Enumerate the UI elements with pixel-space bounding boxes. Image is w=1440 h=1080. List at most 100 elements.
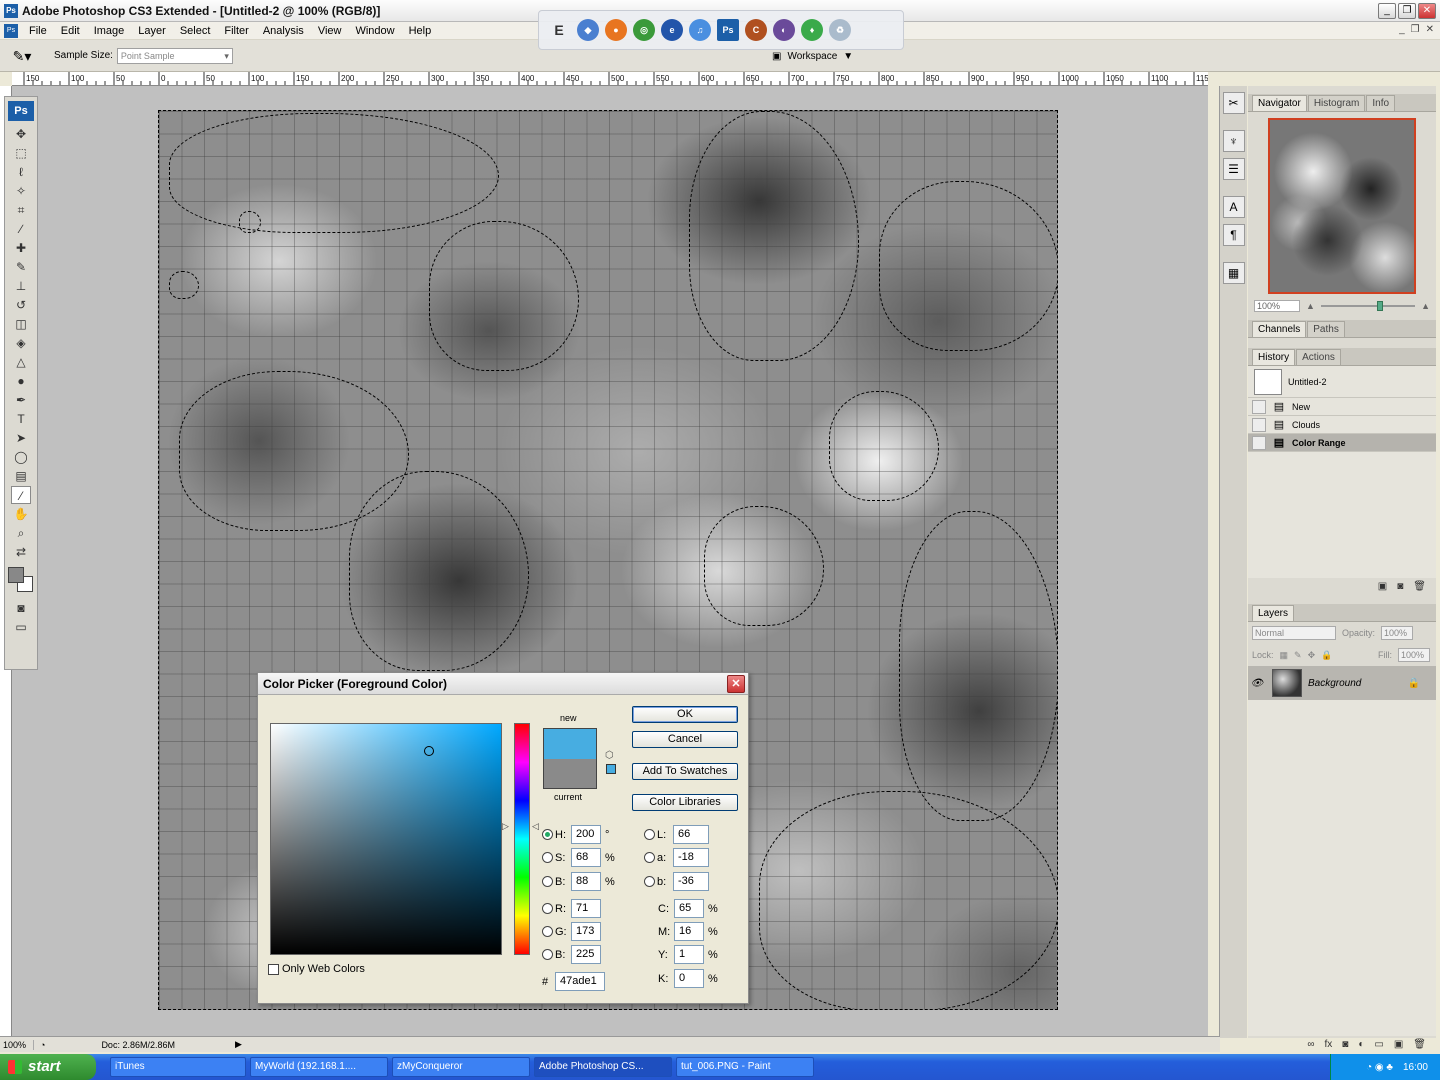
game-icon[interactable]: ◐ xyxy=(773,19,795,41)
pen-tool-icon[interactable]: ✒ xyxy=(11,391,31,409)
eraser-tool-icon[interactable]: ◫ xyxy=(11,315,31,333)
delete-layer-icon[interactable]: 🗑 xyxy=(1413,1039,1426,1050)
green-radio[interactable] xyxy=(542,926,553,937)
new-snapshot-icon[interactable]: ◙ xyxy=(1397,581,1403,592)
menu-file[interactable]: File xyxy=(22,25,54,37)
zoom-out-icon[interactable]: ▲ xyxy=(1306,301,1315,311)
lock-transparent-icon[interactable]: ▦ xyxy=(1280,650,1289,661)
itunes-icon[interactable]: ♫ xyxy=(689,19,711,41)
e-app-icon[interactable]: E xyxy=(547,19,571,41)
cancel-button[interactable]: Cancel xyxy=(632,731,738,748)
lock-position-icon[interactable]: ✥ xyxy=(1308,650,1316,661)
add-to-swatches-button[interactable]: Add To Swatches xyxy=(632,763,738,780)
b-channel-field[interactable]: -36 xyxy=(673,872,709,891)
layer-style-icon[interactable]: fx xyxy=(1325,1039,1333,1050)
lasso-tool-icon[interactable]: ℓ xyxy=(11,163,31,181)
marquee-tool-icon[interactable]: ⬚ xyxy=(11,144,31,162)
start-button[interactable]: start xyxy=(0,1054,96,1080)
tab-histogram[interactable]: Histogram xyxy=(1307,95,1366,111)
dodge-tool-icon[interactable]: ● xyxy=(11,372,31,390)
blur-tool-icon[interactable]: △ xyxy=(11,353,31,371)
history-brush-source-box[interactable] xyxy=(1252,399,1266,414)
menu-window[interactable]: Window xyxy=(348,25,401,37)
foreground-color-swatch[interactable] xyxy=(8,567,24,583)
web-safe-color-swatch[interactable] xyxy=(606,764,616,774)
lightness-field[interactable]: 66 xyxy=(673,825,709,844)
close-button[interactable]: ✕ xyxy=(1418,3,1436,19)
color-picker-circle[interactable] xyxy=(424,746,434,756)
tray-icons[interactable]: ◔ ◉ ♣ xyxy=(1366,1062,1393,1073)
tab-paths[interactable]: Paths xyxy=(1307,321,1345,337)
photoshop-badge[interactable]: Ps xyxy=(8,101,34,121)
paragraph-icon[interactable]: ¶ xyxy=(1222,224,1245,246)
doc-close-icon[interactable]: ✕ xyxy=(1426,24,1434,35)
layer-comps-icon[interactable]: ▦ xyxy=(1222,262,1245,284)
saturation-radio[interactable] xyxy=(542,852,553,863)
history-item[interactable]: ▤ Color Range xyxy=(1248,434,1436,452)
layer-mask-icon[interactable]: ◙ xyxy=(1342,1039,1348,1050)
tab-info[interactable]: Info xyxy=(1366,95,1396,111)
navigator-preview[interactable] xyxy=(1268,118,1416,294)
new-group-icon[interactable]: ▭ xyxy=(1374,1039,1383,1050)
tab-layers[interactable]: Layers xyxy=(1252,605,1295,621)
menu-edit[interactable]: Edit xyxy=(54,25,87,37)
layer-row[interactable]: 👁 Background 🔒 xyxy=(1248,666,1436,700)
ok-button[interactable]: OK xyxy=(632,706,738,723)
menu-help[interactable]: Help xyxy=(402,25,439,37)
recycle-icon[interactable]: ♻ xyxy=(829,19,851,41)
magic-wand-tool-icon[interactable]: ✧ xyxy=(11,182,31,200)
photoshop-icon[interactable]: Ps xyxy=(717,19,739,41)
status-arrow-icon[interactable]: ▶ xyxy=(235,1039,242,1050)
hue-arrow-right-icon[interactable]: ◁ xyxy=(532,821,539,832)
red-field[interactable]: 71 xyxy=(571,899,601,918)
new-layer-icon[interactable]: ▣ xyxy=(1394,1039,1403,1050)
lightness-radio[interactable] xyxy=(644,829,655,840)
quick-mask-icon[interactable]: ◙ xyxy=(11,599,31,617)
character-icon[interactable]: A xyxy=(1222,196,1245,218)
zoom-slider[interactable] xyxy=(1320,301,1416,311)
hand-tool-icon[interactable]: ✋ xyxy=(11,505,31,523)
eyedropper-tool-preset-icon[interactable]: ✎▾ xyxy=(8,45,36,67)
cyan-field[interactable]: 65 xyxy=(674,899,704,918)
gem-icon[interactable]: ♦ xyxy=(801,19,823,41)
zoom-slider-thumb[interactable] xyxy=(1377,301,1384,311)
history-brush-icon[interactable]: ↺ xyxy=(11,296,31,314)
tab-navigator[interactable]: Navigator xyxy=(1252,95,1307,111)
zoom-in-icon[interactable]: ▲ xyxy=(1421,301,1430,311)
black-field[interactable]: 0 xyxy=(674,969,704,988)
history-brush-source-box[interactable] xyxy=(1252,417,1266,432)
civ-icon[interactable]: C xyxy=(745,19,767,41)
menu-filter[interactable]: Filter xyxy=(217,25,255,37)
navigator-zoom-field[interactable]: 100% xyxy=(1254,300,1300,312)
hue-slider[interactable] xyxy=(514,723,530,955)
hue-radio[interactable] xyxy=(542,829,553,840)
maximize-button[interactable]: ❐ xyxy=(1398,3,1416,19)
only-web-colors-checkbox[interactable] xyxy=(268,963,279,975)
trash-icon[interactable]: 🗑 xyxy=(1413,581,1426,592)
hue-arrow-left-icon[interactable]: ▷ xyxy=(502,821,509,832)
path-selection-icon[interactable]: ➤ xyxy=(11,429,31,447)
lock-pixels-icon[interactable]: ✎ xyxy=(1294,650,1302,661)
current-color-swatch[interactable] xyxy=(543,759,597,789)
opacity-field[interactable]: 100% xyxy=(1381,626,1414,640)
color-libraries-button[interactable]: Color Libraries xyxy=(632,794,738,811)
blue-field[interactable]: 225 xyxy=(571,945,601,964)
only-web-colors-option[interactable]: Only Web Colors xyxy=(268,963,365,975)
menu-analysis[interactable]: Analysis xyxy=(256,25,311,37)
eye-icon[interactable]: 👁 xyxy=(1248,678,1266,689)
history-brush-source-box[interactable] xyxy=(1252,435,1266,450)
magenta-field[interactable]: 16 xyxy=(674,922,704,941)
brushes-icon[interactable]: ♆ xyxy=(1222,130,1245,152)
slice-tool-icon[interactable]: ∕ xyxy=(11,220,31,238)
brush-tool-icon[interactable]: ✎ xyxy=(11,258,31,276)
brightness-field[interactable]: 88 xyxy=(571,872,601,891)
tab-history[interactable]: History xyxy=(1252,349,1296,365)
taskbar-item-zmyconqueror[interactable]: zMyConqueror xyxy=(392,1057,530,1077)
taskbar-item-itunes[interactable]: iTunes xyxy=(110,1057,246,1077)
menu-view[interactable]: View xyxy=(311,25,349,37)
network-icon[interactable]: ◆ xyxy=(577,19,599,41)
a-channel-radio[interactable] xyxy=(644,852,655,863)
dialog-close-button[interactable]: ✕ xyxy=(727,675,745,693)
blue-radio[interactable] xyxy=(542,949,553,960)
firefox-icon[interactable]: ● xyxy=(605,19,627,41)
